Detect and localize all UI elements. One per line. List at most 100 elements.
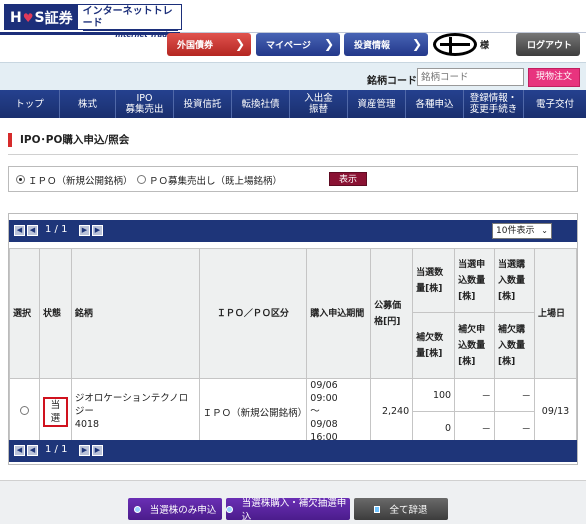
nav-item-stocks[interactable]: 株式 <box>60 90 116 118</box>
page-indicator: 1 / 1 <box>45 444 68 455</box>
mypage-label: マイページ <box>266 41 311 51</box>
col-header-listing: 上場日 <box>533 248 578 379</box>
col-header-tousen: 当選数量[株] <box>412 248 456 313</box>
chevron-right-icon: ❯ <box>323 37 335 51</box>
period-sep: ～ <box>310 406 320 417</box>
page-title: IPO･PO購入申込/照会 <box>8 133 129 147</box>
status-badge: 当選 <box>42 396 68 427</box>
pager-bottom: ◀ ◀ 1 / 1 ▶ ▶ <box>9 440 577 462</box>
po-radio[interactable] <box>137 175 146 184</box>
brand-logo[interactable]: H ♥ S 証券 インターネットトレード Internet Trade <box>4 4 182 39</box>
tousen-qty: 100 <box>412 378 456 412</box>
row-kubun-cell: ＩＰＯ（新規公開銘柄） <box>198 378 308 445</box>
col-header-select: 選択 <box>9 248 40 379</box>
period-from: 09/06 09:00 <box>310 380 338 404</box>
row-select-cell <box>9 378 40 445</box>
col-header-name: 銘柄 <box>70 248 200 379</box>
nav-item-e-delivery[interactable]: 電子交付 <box>524 90 586 118</box>
show-button[interactable]: 表示 <box>329 172 367 186</box>
col-header-kubun: ＩＰＯ／ＰＯ区分 <box>198 248 308 379</box>
col-header-moushikomi: 当選申込数量[株] <box>454 248 496 313</box>
header: H ♥ S 証券 インターネットトレード Internet Trade 外国債券 ❯ … <box>0 0 586 62</box>
listing-date: 09/13 <box>533 378 578 445</box>
table-row: 当選 ジオロケーションテクノロジー 4018 ＩＰＯ（新規公開銘柄） 09/06… <box>9 378 578 445</box>
brand-initial-s: S <box>34 10 45 26</box>
logout-button[interactable]: ログアウト <box>516 33 580 56</box>
nav-item-funds[interactable]: 投資信託 <box>174 90 232 118</box>
pager-top: ◀ ◀ 1 / 1 ▶ ▶ 10件表示 ⌄ <box>9 220 577 242</box>
investment-info-button[interactable]: 投資情報 ❯ <box>344 33 428 56</box>
moushikomi-qty: － <box>454 378 496 412</box>
ipo-radio-label[interactable]: ＩＰＯ（新規公開銘柄） <box>28 173 133 187</box>
nav-item-assets[interactable]: 資産管理 <box>348 90 406 118</box>
apply-winning-only-button[interactable]: 当選株のみ申込 <box>128 498 222 520</box>
title-divider <box>8 154 578 155</box>
logout-label: ログアウト <box>527 41 573 51</box>
first-page-icon[interactable]: ◀ <box>14 225 25 236</box>
apply-winning-and-substitute-button[interactable]: 当選株購入・補欠抽選申込 <box>226 498 350 523</box>
row-status-cell: 当選 <box>38 378 72 445</box>
header-accent-line <box>0 32 180 35</box>
decline-all-label: 全て辞退 <box>389 505 428 516</box>
search-bar: 銘柄コード 現物注文 <box>0 62 586 90</box>
user-logo-icon <box>433 33 477 56</box>
col-header-price: 公募価格[円] <box>370 248 414 379</box>
chevron-right-icon: ❯ <box>234 37 246 51</box>
foreign-bonds-button[interactable]: 外国債券 ❯ <box>167 33 251 56</box>
next-page-icon[interactable]: ▶ <box>79 225 90 236</box>
col-header-hoketsu-moushikomi: 補欠申込数量[株] <box>454 312 496 379</box>
main-nav: トップ 株式 IPO 募集売出 投資信託 転換社債 入出金 振替 資産管理 各種… <box>0 90 586 118</box>
col-header-hoketsu: 補欠数量[株] <box>412 312 456 379</box>
stock-code-input[interactable] <box>417 68 524 86</box>
next-page-icon[interactable]: ▶ <box>79 445 90 456</box>
heart-icon: ♥ <box>22 11 34 25</box>
stock-name: ジオロケーションテクノロジー <box>74 393 189 417</box>
row-select-radio[interactable] <box>19 405 29 415</box>
row-name-cell: ジオロケーションテクノロジー 4018 <box>70 378 200 445</box>
bullet-icon <box>226 505 233 513</box>
per-page-select[interactable]: 10件表示 ⌄ <box>492 223 552 239</box>
investment-info-label: 投資情報 <box>354 41 391 51</box>
kounyu-qty: － <box>494 378 535 412</box>
results-panel: ◀ ◀ 1 / 1 ▶ ▶ 10件表示 ⌄ 選択 状態 銘柄 ＩＰＯ／ＰＯ区分 … <box>8 213 578 465</box>
col-header-kounyu: 当選購入数量[株] <box>494 248 535 313</box>
page-indicator: 1 / 1 <box>45 224 68 235</box>
prev-page-icon[interactable]: ◀ <box>27 225 38 236</box>
apply-winning-only-label: 当選株のみ申込 <box>149 505 217 516</box>
foreign-bonds-label: 外国債券 <box>177 41 214 51</box>
chevron-right-icon: ❯ <box>411 37 423 51</box>
nav-item-ipo[interactable]: IPO 募集売出 <box>116 90 174 118</box>
stock-code-label: 銘柄コード <box>367 76 417 87</box>
chevron-down-icon: ⌄ <box>541 226 548 235</box>
po-radio-label[interactable]: ＰＯ募集売出し（既上場銘柄） <box>149 173 282 187</box>
nav-item-top[interactable]: トップ <box>0 90 60 118</box>
col-header-period: 購入申込期間 <box>306 248 372 379</box>
nav-item-cb[interactable]: 転換社債 <box>232 90 290 118</box>
stock-code: 4018 <box>74 419 100 430</box>
nav-item-registration[interactable]: 登録情報・ 変更手続き <box>464 90 524 118</box>
col-header-hoketsu-kounyu: 補欠購入数量[株] <box>494 312 535 379</box>
prev-page-icon[interactable]: ◀ <box>27 445 38 456</box>
brand-kanji: 証券 <box>44 11 73 27</box>
last-page-icon[interactable]: ▶ <box>92 225 103 236</box>
first-page-icon[interactable]: ◀ <box>14 445 25 456</box>
cash-order-button[interactable]: 現物注文 <box>528 68 580 87</box>
apply-winning-and-substitute-label: 当選株購入・補欠抽選申込 <box>241 498 347 523</box>
per-page-value: 10件表示 <box>496 226 535 236</box>
brand-logo-sub: インターネットトレード Internet Trade <box>78 5 181 39</box>
mypage-button[interactable]: マイページ ❯ <box>256 33 340 56</box>
last-page-icon[interactable]: ▶ <box>92 445 103 456</box>
nav-item-transfers[interactable]: 入出金 振替 <box>290 90 348 118</box>
ipo-radio[interactable] <box>16 175 25 184</box>
nav-item-applications[interactable]: 各種申込 <box>406 90 464 118</box>
decline-all-button[interactable]: 全て辞退 <box>354 498 448 520</box>
row-price-cell: 2,240 <box>370 378 414 445</box>
filter-box: ＩＰＯ（新規公開銘柄） ＰＯ募集売出し（既上場銘柄） 表示 <box>8 166 578 192</box>
row-period-cell: 09/06 09:00 ～ 09/08 16:00 <box>306 378 372 445</box>
ipo-table: 選択 状態 銘柄 ＩＰＯ／ＰＯ区分 購入申込期間 公募価格[円] 当選数量[株]… <box>9 248 578 445</box>
brand-sub-text: インターネットトレード <box>82 6 173 29</box>
user-honorific: 様 <box>480 41 490 51</box>
bullet-icon <box>133 505 141 513</box>
ipo-kubun: ＩＰＯ（新規公開銘柄） <box>202 407 308 419</box>
arrow-right-icon <box>374 505 381 513</box>
